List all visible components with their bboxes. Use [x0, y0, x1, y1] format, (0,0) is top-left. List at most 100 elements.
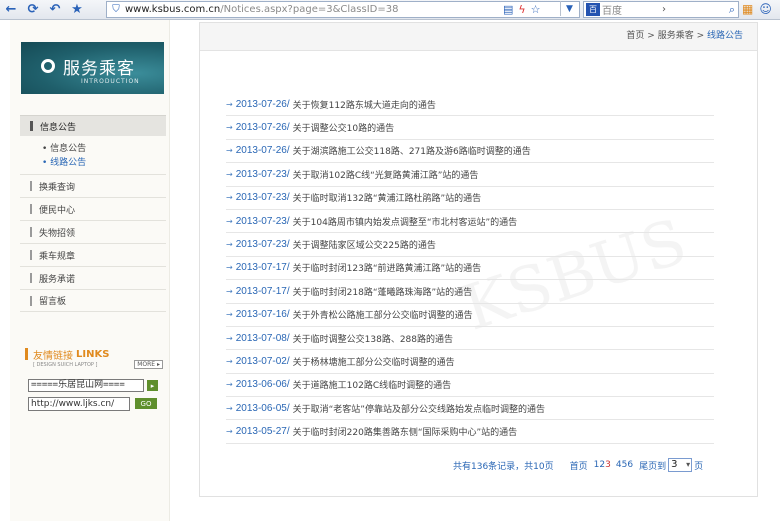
notice-date[interactable]: 2013-07-23/: [236, 192, 290, 203]
bar-icon: [30, 227, 32, 237]
chevron-right-icon[interactable]: ›: [662, 4, 666, 15]
notice-title[interactable]: 关于临时取消132路“黄浦江路杜鹃路”站的通告: [293, 191, 482, 204]
search-input[interactable]: 百度: [602, 2, 622, 17]
notice-row[interactable]: → 2013-07-02/关于杨林塘施工部分公交临时调整的通告: [226, 350, 714, 374]
lightning-icon[interactable]: ϟ: [518, 3, 525, 16]
notice-row[interactable]: → 2013-05-27/关于临时封闭220路集善路东侧“国际采购中心”站的通告: [226, 420, 714, 444]
main-panel: 首页 > 服务乘客 > 线路公告 KSBUS → 2013-07-26/关于恢复1…: [199, 22, 758, 497]
nav-item-label: 便民中心: [39, 205, 76, 216]
breadcrumb-home[interactable]: 首页: [626, 31, 644, 41]
pager-first[interactable]: 首页: [570, 459, 588, 472]
notice-date[interactable]: 2013-07-23/: [236, 239, 290, 250]
notice-title[interactable]: 关于取消“老客站”停靠站及部分公交线路始发点临时调整的通告: [293, 402, 545, 415]
breadcrumb-sep: >: [644, 31, 658, 41]
star-icon[interactable]: ★: [66, 0, 88, 20]
notice-date[interactable]: 2013-07-16/: [236, 309, 290, 320]
nav-item-rules[interactable]: 乘车规章: [20, 243, 166, 266]
notice-title[interactable]: 关于湖滨路施工公交118路、271路及游6路临时调整的通告: [293, 144, 531, 157]
nav-subitems: • 信息公告 • 线路公告: [20, 136, 166, 174]
undo-icon[interactable]: ↶: [44, 0, 66, 20]
nav-item-notices[interactable]: 信息公告: [20, 115, 166, 136]
nav-item-lostfound[interactable]: 失物招领: [20, 220, 166, 243]
url-path: /Notices.aspx?page=3&ClassID=38: [220, 4, 399, 15]
bookmark-icon[interactable]: ☆: [531, 3, 541, 16]
notice-date[interactable]: 2013-07-23/: [236, 216, 290, 227]
notice-list: → 2013-07-26/关于恢复112路东城大道走向的通告 → 2013-07-26…: [226, 93, 714, 444]
notice-title[interactable]: 关于临时封闭218路“蓬曦路珠海路”站的通告: [293, 285, 473, 298]
address-text[interactable]: www.ksbus.com.cn/Notices.aspx?page=3&Cla…: [125, 4, 398, 15]
notice-title[interactable]: 关于104路周市镇内始发点调整至“市北村客运站”的通告: [293, 215, 518, 228]
pager-last[interactable]: 尾页到: [639, 459, 666, 472]
bar-icon: [30, 204, 32, 214]
notice-row[interactable]: → 2013-07-17/关于临时封闭123路“前进路黄浦江路”站的通告: [226, 257, 714, 281]
more-button[interactable]: MORE ▸: [134, 360, 163, 369]
pager-summary: 共有136条记录，共10页: [453, 461, 554, 472]
notice-title[interactable]: 关于取消102路C线“光复路黄浦江路”站的通告: [293, 168, 479, 181]
refresh-icon[interactable]: ⟳: [22, 0, 44, 20]
select-go-icon[interactable]: ▸: [147, 380, 158, 391]
notice-row[interactable]: → 2013-06-06/关于道路施工102路C线临时调整的通告: [226, 374, 714, 398]
notice-row[interactable]: → 2013-07-23/关于临时取消132路“黄浦江路杜鹃路”站的通告: [226, 187, 714, 210]
notice-date[interactable]: 2013-05-27/: [236, 426, 290, 437]
page-select[interactable]: 3: [668, 458, 693, 472]
notice-date[interactable]: 2013-06-06/: [236, 379, 290, 390]
nav-item-transfer[interactable]: 换乘查询: [20, 174, 166, 197]
notice-title[interactable]: 关于道路施工102路C线临时调整的通告: [293, 378, 451, 391]
links-heading: 友情链接 LINKS: [25, 348, 167, 362]
notice-date[interactable]: 2013-07-02/: [236, 356, 290, 367]
notice-date[interactable]: 2013-06-05/: [236, 403, 290, 414]
notice-title[interactable]: 关于外青松公路施工部分公交临时调整的通告: [293, 308, 473, 321]
notice-date[interactable]: 2013-07-23/: [236, 169, 290, 180]
nav-item-message[interactable]: 留言板: [20, 289, 166, 312]
breadcrumb-current[interactable]: 线路公告: [707, 31, 743, 41]
subitem-info[interactable]: • 信息公告: [42, 142, 166, 156]
notice-row[interactable]: → 2013-07-23/关于取消102路C线“光复路黄浦江路”站的通告: [226, 163, 714, 187]
address-dropdown-icon[interactable]: ▼: [560, 1, 578, 16]
user-icon[interactable]: ☺: [759, 2, 772, 16]
notice-date[interactable]: 2013-07-26/: [236, 99, 290, 110]
notice-date[interactable]: 2013-07-17/: [236, 262, 290, 273]
nav-item-promise[interactable]: 服务承诺: [20, 266, 166, 289]
notice-row[interactable]: → 2013-07-23/关于104路周市镇内始发点调整至“市北村客运站”的通告: [226, 210, 714, 234]
links-url-input[interactable]: http://www.ljks.cn/: [28, 397, 130, 411]
section-banner: 服务乘客 INTRODUCTION: [21, 42, 164, 94]
notice-date[interactable]: 2013-07-26/: [236, 122, 290, 133]
nav-item-label: 失物招领: [39, 228, 76, 239]
search-box[interactable]: 百 百度 › ⌕: [583, 1, 739, 18]
notice-title[interactable]: 关于恢复112路东城大道走向的通告: [293, 98, 436, 111]
notice-title[interactable]: 关于临时封闭220路集善路东侧“国际采购中心”站的通告: [293, 425, 518, 438]
nav-item-service[interactable]: 便民中心: [20, 197, 166, 220]
pager-page-6[interactable]: 6: [627, 460, 633, 470]
notice-row[interactable]: → 2013-07-26/关于湖滨路施工公交118路、271路及游6路临时调整的通…: [226, 140, 714, 164]
go-button[interactable]: GO: [135, 398, 157, 409]
pager-page-3[interactable]: 3: [605, 460, 611, 470]
url-host: www.ksbus.com.cn: [125, 4, 221, 15]
notice-row[interactable]: → 2013-07-23/关于调整陆家区域公交225路的通告: [226, 233, 714, 257]
links-select[interactable]: =====乐居昆山网====: [28, 379, 144, 392]
bar-icon: [30, 295, 32, 306]
search-icon[interactable]: ⌕: [729, 3, 735, 17]
notice-title[interactable]: 关于调整公交10路的通告: [293, 121, 394, 134]
notice-date[interactable]: 2013-07-26/: [236, 145, 290, 156]
notice-title[interactable]: 关于杨林塘施工部分公交临时调整的通告: [293, 355, 455, 368]
notice-row[interactable]: → 2013-07-26/关于恢复112路东城大道走向的通告: [226, 93, 714, 117]
notice-title[interactable]: 关于临时封闭123路“前进路黄浦江路”站的通告: [293, 261, 482, 274]
reader-icon[interactable]: ▤: [503, 3, 513, 16]
notice-title[interactable]: 关于临时调整公交138路、288路的通告: [293, 332, 453, 345]
notice-row[interactable]: → 2013-07-08/关于临时调整公交138路、288路的通告: [226, 327, 714, 351]
notice-row[interactable]: → 2013-07-26/关于调整公交10路的通告: [226, 116, 714, 140]
subitem-route[interactable]: • 线路公告: [42, 156, 166, 170]
links-title-en: LINKS: [76, 348, 110, 360]
notice-row[interactable]: → 2013-06-05/关于取消“老客站”停靠站及部分公交线路始发点临时调整的通…: [226, 397, 714, 421]
notice-title[interactable]: 关于调整陆家区域公交225路的通告: [293, 238, 436, 251]
apps-icon[interactable]: ▦: [742, 2, 753, 16]
notice-row[interactable]: → 2013-07-17/关于临时封闭218路“蓬曦路珠海路”站的通告: [226, 280, 714, 304]
notice-date[interactable]: 2013-07-17/: [236, 286, 290, 297]
notice-row[interactable]: → 2013-07-16/关于外青松公路施工部分公交临时调整的通告: [226, 304, 714, 327]
breadcrumb-section[interactable]: 服务乘客: [658, 31, 694, 41]
notice-date[interactable]: 2013-07-08/: [236, 333, 290, 344]
back-icon[interactable]: ←: [0, 0, 22, 20]
arrow-right-icon: →: [226, 240, 233, 250]
shield-icon: ⛉: [112, 4, 120, 15]
arrow-right-icon: →: [226, 427, 233, 437]
